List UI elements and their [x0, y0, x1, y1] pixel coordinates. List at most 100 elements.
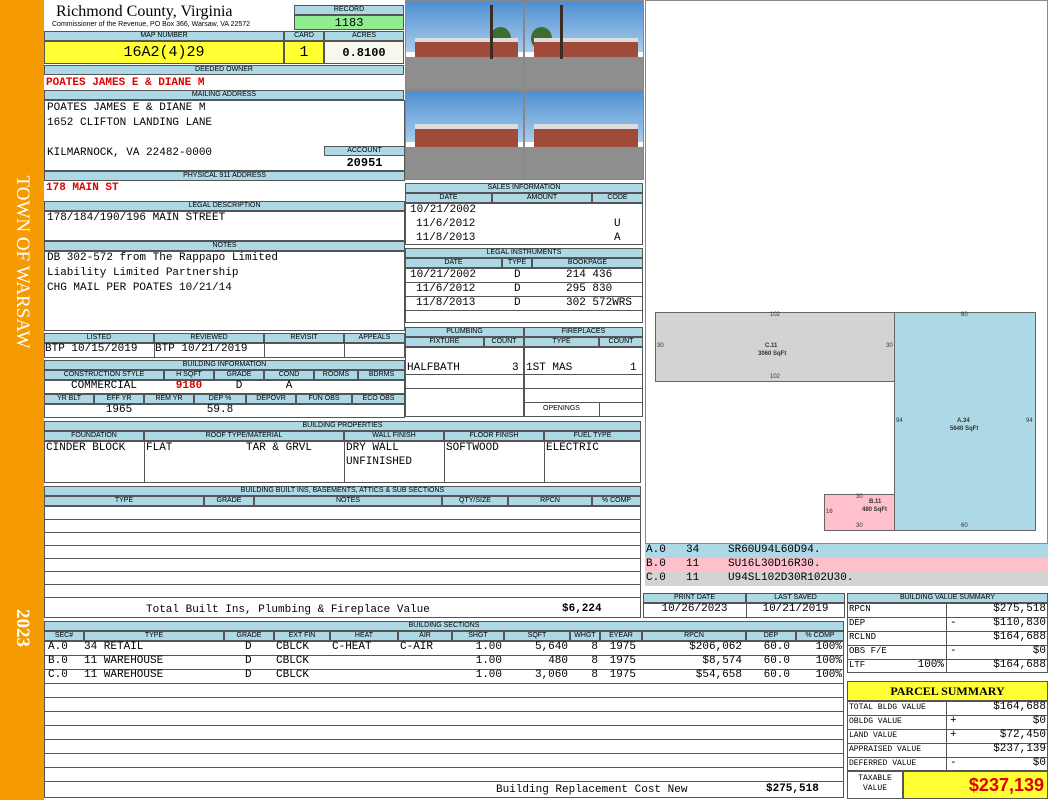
grade-label: GRADE [214, 370, 264, 380]
section-row-2-grade: D [245, 655, 252, 667]
section-row-2-sqft: 480 [548, 655, 568, 667]
wall-finish-1: DRY WALL [346, 442, 399, 454]
section-row-3-shgt: 1.00 [475, 669, 502, 681]
vs-ltf-value: $164,688 [993, 659, 1046, 671]
sections-col-grade: GRADE [224, 631, 274, 641]
wall-finish-label: WALL FINISH [344, 431, 444, 441]
section-row-1-air: C-AIR [400, 641, 434, 653]
instr-col-bookpage: BOOKPAGE [532, 258, 643, 268]
replacement-cost-label: Building Replacement Cost New [496, 784, 688, 796]
builtins-col-grade: GRADE [204, 496, 254, 506]
sales-col-code: CODE [592, 193, 643, 203]
section-row-1-rpcn: $206,062 [689, 641, 742, 653]
sketch-code-b-sec: B.0 [646, 558, 666, 570]
property-photo-4 [524, 90, 644, 180]
revisit-label: REVISIT [264, 333, 344, 343]
legal-instruments-label: LEGAL INSTRUMENTS [405, 248, 643, 258]
sections-col-sqft: SQFT [504, 631, 570, 641]
parcel-summary-title: PARCEL SUMMARY [847, 681, 1048, 701]
section-row-1-ext: CBLCK [276, 641, 310, 653]
built-ins-label: BUILDING BUILT INS, BASEMENTS, ATTICS & … [44, 486, 641, 496]
built-ins-total: $6,224 [562, 603, 602, 615]
fireplace-type: 1ST MAS [526, 362, 573, 374]
notes-line-3: CHG MAIL PER POATES 10/21/14 [47, 282, 232, 294]
reviewed-value: BTP 10/21/2019 [155, 343, 248, 355]
appeals-label: APPEALS [344, 333, 405, 343]
vs-dep-name: DEP [849, 618, 866, 628]
h-sqft: 9180 [175, 380, 203, 392]
instr-col-date: DATE [405, 258, 502, 268]
fireplace-count: 1 [630, 362, 637, 374]
sketch-dim-left-b: 16 [826, 509, 833, 515]
instr-row-2-bookpage: 295 830 [566, 283, 613, 295]
sketch-code-a-code: 34 [686, 544, 700, 556]
plumbing-fixture-label: FIXTURE [405, 337, 484, 347]
listed-value: BTP 10/15/2019 [45, 343, 138, 355]
instr-row-2-type: D [514, 283, 521, 295]
ps-obldg-value: $0 [1032, 715, 1046, 727]
physical-address-label: PHYSICAL 911 ADDRESS [44, 171, 405, 181]
print-date: 10/26/2023 [661, 603, 728, 615]
section-row-3-rpcn: $54,658 [695, 669, 742, 681]
deeded-owner-label: DEEDED OWNER [44, 65, 404, 75]
vs-dep-value: $110,830 [993, 617, 1046, 629]
vs-rpcn-name: RPCN [849, 604, 871, 614]
account-label: ACCOUNT [324, 146, 405, 156]
sketch-dim-left-a: 94 [896, 418, 903, 424]
building-sections-label: BUILDING SECTIONS [44, 621, 844, 631]
section-row-1-sqft: 5,640 [534, 641, 568, 653]
fuel-type-label: FUEL TYPE [544, 431, 641, 441]
value-summary-label: BUILDING VALUE SUMMARY [847, 593, 1048, 603]
section-row-1-whgt: 8 [591, 641, 598, 653]
section-row-1-type: 34 RETAIL [84, 641, 144, 653]
fireplace-count-label: COUNT [599, 337, 643, 347]
mailing-line-3: KILMARNOCK, VA 22482-0000 [47, 147, 213, 159]
section-row-2-comp: 100% [815, 655, 842, 667]
section-row-3-dep: 60.0 [763, 669, 790, 681]
sections-col-dep: DEP [746, 631, 796, 641]
ps-obldg-name: OBLDG VALUE [849, 717, 902, 726]
sales-info-label: SALES INFORMATION [405, 183, 643, 193]
record-label: RECORD [294, 5, 404, 15]
roof-label: ROOF TYPE/MATERIAL [144, 431, 344, 441]
yr-blt-label: YR BLT [44, 394, 94, 404]
section-row-2-whgt: 8 [591, 655, 598, 667]
sales-row-1-date: 10/21/2002 [410, 204, 477, 216]
sections-col-air: AIR [398, 631, 452, 641]
fuel-type: ELECTRIC [546, 442, 599, 454]
instr-row-3-type: D [514, 297, 521, 309]
ps-land-name: LAND VALUE [849, 731, 898, 740]
depovr-label: DEPOVR [246, 394, 296, 404]
sales-row-3-code: A [614, 232, 621, 244]
sketch-dim-top-b: 30 [856, 494, 863, 500]
section-row-1-shgt: 1.00 [475, 641, 502, 653]
sketch-code-a-sec: A.0 [646, 544, 666, 556]
building-properties-label: BUILDING PROPERTIES [44, 421, 641, 431]
eff-yr: 1965 [105, 404, 133, 416]
building-info-label: BUILDING INFORMATION [44, 360, 405, 370]
listed-label: LISTED [44, 333, 154, 343]
wall-finish-2: UNFINISHED [346, 456, 413, 468]
section-row-2-dep: 60.0 [763, 655, 790, 667]
sections-col-rpcn: RPCN [642, 631, 746, 641]
notes-label: NOTES [44, 241, 405, 251]
taxable-label-2: VALUE [862, 784, 887, 793]
instr-row-3-bookpage: 302 572WRS [566, 297, 633, 309]
mailing-line-2: 1652 CLIFTON LANDING LANE [47, 117, 213, 129]
acres-value: 0.8100 [324, 41, 404, 64]
built-ins-table [44, 506, 641, 618]
grade: D [235, 380, 243, 392]
sketch-a-area: 5640 SqFt [950, 426, 979, 432]
floor-finish: SOFTWOOD [446, 442, 499, 454]
section-row-3-type: 11 WAREHOUSE [84, 669, 164, 681]
builtins-col-comp: % COMP [592, 496, 641, 506]
sketch-dim-top-c: 102 [770, 312, 781, 318]
floor-finish-label: FLOOR FINISH [444, 431, 544, 441]
sales-row-3-date: 11/8/2013 [416, 232, 476, 244]
sketch-dim-bottom-a: 60 [961, 523, 968, 529]
sales-row-2-code: U [614, 218, 621, 230]
fireplaces-label: FIREPLACES [524, 327, 643, 337]
dep-pct-label: DEP % [194, 394, 246, 404]
vs-obs-value: $0 [1032, 645, 1046, 657]
ps-appraised-value: $237,139 [993, 743, 1046, 755]
